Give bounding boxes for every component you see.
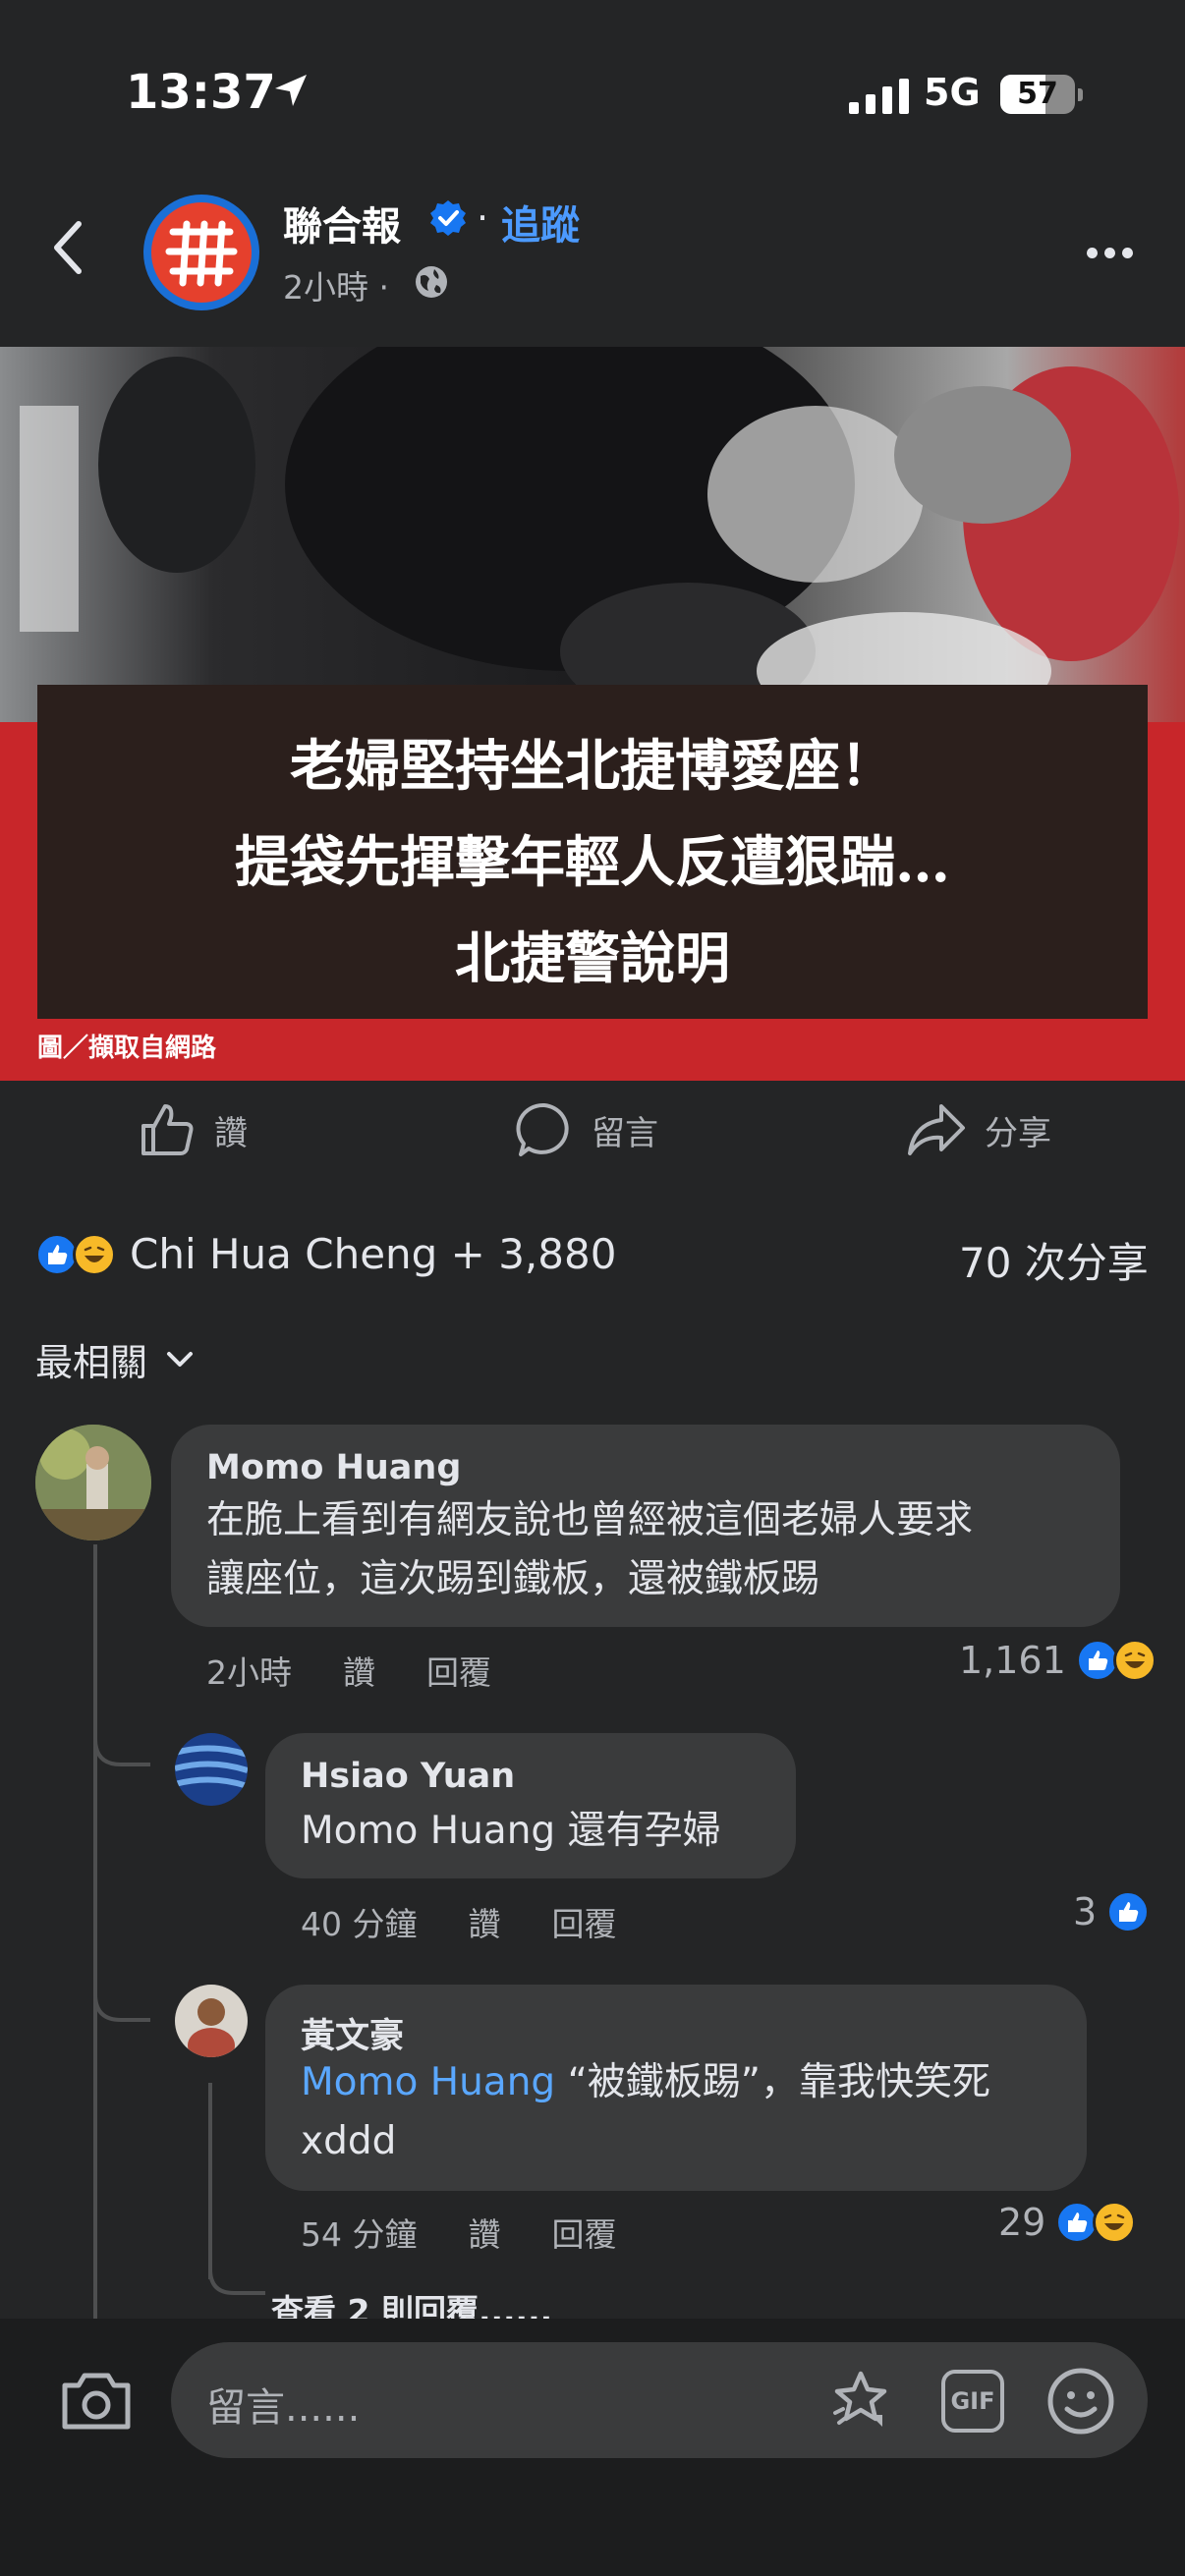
- battery-icon: 57: [1000, 75, 1075, 114]
- post-image[interactable]: 老婦堅持坐北捷博愛座！ 提袋先揮擊年輕人反遭狠踹… 北捷警說明 圖／擷取自網路: [0, 347, 1185, 1081]
- comment-like-button[interactable]: 讚: [468, 1898, 500, 1945]
- post-time: 2小時 ·: [283, 268, 389, 307]
- commenter-name[interactable]: Hsiao Yuan: [301, 1757, 515, 1796]
- comment-sort-dropdown[interactable]: 最相關: [35, 1332, 195, 1386]
- comment-like-button[interactable]: 讚: [343, 1647, 375, 1694]
- avatar[interactable]: [175, 1985, 248, 2057]
- comment-meta: 2小時 讚 回覆: [206, 1647, 491, 1694]
- comment-meta: 40 分鐘 讚 回覆: [301, 1898, 616, 1945]
- battery-level: 57: [1017, 77, 1058, 111]
- comment-text: 在脆上看到有網友說也曾經被這個老婦人要求 讓座位，這次踢到鐵板，還被鐵板踢: [206, 1498, 974, 1601]
- more-options-icon[interactable]: [1087, 248, 1133, 258]
- page-avatar[interactable]: [143, 195, 259, 310]
- reactions-text: Chi Hua Cheng + 3,880: [130, 1230, 617, 1278]
- like-reaction-icon: [1106, 1890, 1151, 1933]
- gif-button[interactable]: GIF: [941, 2370, 1004, 2433]
- scene-illustration: [20, 347, 1179, 730]
- header-separator: ·: [477, 196, 489, 240]
- commenter-name[interactable]: Momo Huang: [206, 1448, 461, 1487]
- avatar[interactable]: [175, 1733, 248, 1806]
- commenter-name[interactable]: 黃文豪: [301, 2008, 404, 2058]
- headline-line-3: 北捷警說明: [455, 926, 730, 991]
- comment-reaction-count[interactable]: 29: [998, 2201, 1137, 2244]
- mention-link[interactable]: Momo Huang: [301, 2060, 555, 2104]
- verified-badge-icon: [430, 200, 466, 236]
- comment-text: Momo Huang 還有孕婦: [301, 1809, 721, 1853]
- status-time: 13:37: [126, 65, 276, 120]
- comment-bubble-icon: [516, 1102, 569, 1156]
- comment-label: 留言: [592, 1113, 658, 1153]
- page-name[interactable]: 聯合報: [283, 195, 401, 252]
- comment-reply-button[interactable]: 回覆: [551, 2209, 616, 2256]
- image-credit: 圖／擷取自網路: [37, 1034, 217, 1063]
- comment-reaction-count[interactable]: 1,161: [959, 1639, 1157, 1682]
- comment-like-button[interactable]: 讚: [468, 2209, 500, 2256]
- comment-reply-button[interactable]: 回覆: [551, 1898, 616, 1945]
- thread-connector-1: [93, 1709, 150, 1766]
- udn-logo-icon: [165, 220, 238, 287]
- headline-line-1: 老婦堅持坐北捷博愛座！: [290, 734, 895, 799]
- comment-reaction-count[interactable]: 3: [1073, 1890, 1151, 1933]
- globe-icon: [416, 266, 447, 298]
- comment-input-placeholder: 留言......: [206, 2385, 361, 2431]
- haha-reaction-icon: [1093, 2201, 1137, 2244]
- comment-reply-button[interactable]: 回覆: [426, 1647, 491, 1694]
- share-label: 分享: [985, 1113, 1051, 1153]
- cellular-signal-icon: [849, 77, 909, 114]
- network-type: 5G: [924, 71, 981, 114]
- location-arrow-icon: [275, 75, 307, 106]
- share-count[interactable]: 70 次分享: [959, 1230, 1149, 1290]
- avatar[interactable]: [35, 1425, 151, 1540]
- haha-reaction-icon: [73, 1232, 116, 1276]
- share-button[interactable]: 分享: [906, 1100, 1051, 1159]
- back-arrow-icon[interactable]: [49, 218, 88, 277]
- follow-button[interactable]: 追蹤: [501, 194, 580, 251]
- comment-button[interactable]: 留言: [515, 1100, 658, 1159]
- camera-icon[interactable]: [59, 2370, 134, 2433]
- chevron-down-icon: [167, 1351, 194, 1367]
- gif-label: GIF: [950, 2387, 995, 2415]
- sort-label: 最相關: [35, 1341, 148, 1384]
- comment-time: 2小時: [206, 1653, 292, 1692]
- thread-line-main: [93, 1544, 97, 2321]
- comment-time: 40 分鐘: [301, 1905, 418, 1943]
- emoji-icon[interactable]: [1045, 2366, 1116, 2436]
- comment-text: Momo Huang “被鐵板踢”，靠我快笑死 xddd: [301, 2060, 990, 2163]
- share-arrow-icon: [908, 1104, 965, 1155]
- thumbs-up-icon: [141, 1104, 194, 1155]
- like-label: 讚: [214, 1113, 248, 1153]
- like-button[interactable]: 讚: [138, 1100, 248, 1159]
- comment-time: 54 分鐘: [301, 2215, 418, 2254]
- battery-tip: [1078, 88, 1083, 101]
- thread-connector-2: [93, 1965, 150, 2022]
- headline-line-2: 提袋先揮擊年輕人反遭狠踹…: [235, 830, 950, 895]
- haha-reaction-icon: [1112, 1639, 1157, 1682]
- photo-scene: [0, 347, 1185, 730]
- avatar-sticker-icon[interactable]: [831, 2370, 902, 2435]
- reactions-summary[interactable]: Chi Hua Cheng + 3,880: [35, 1230, 616, 1278]
- thread-connector-3: [208, 2250, 265, 2295]
- comment-meta: 54 分鐘 讚 回覆: [301, 2209, 616, 2256]
